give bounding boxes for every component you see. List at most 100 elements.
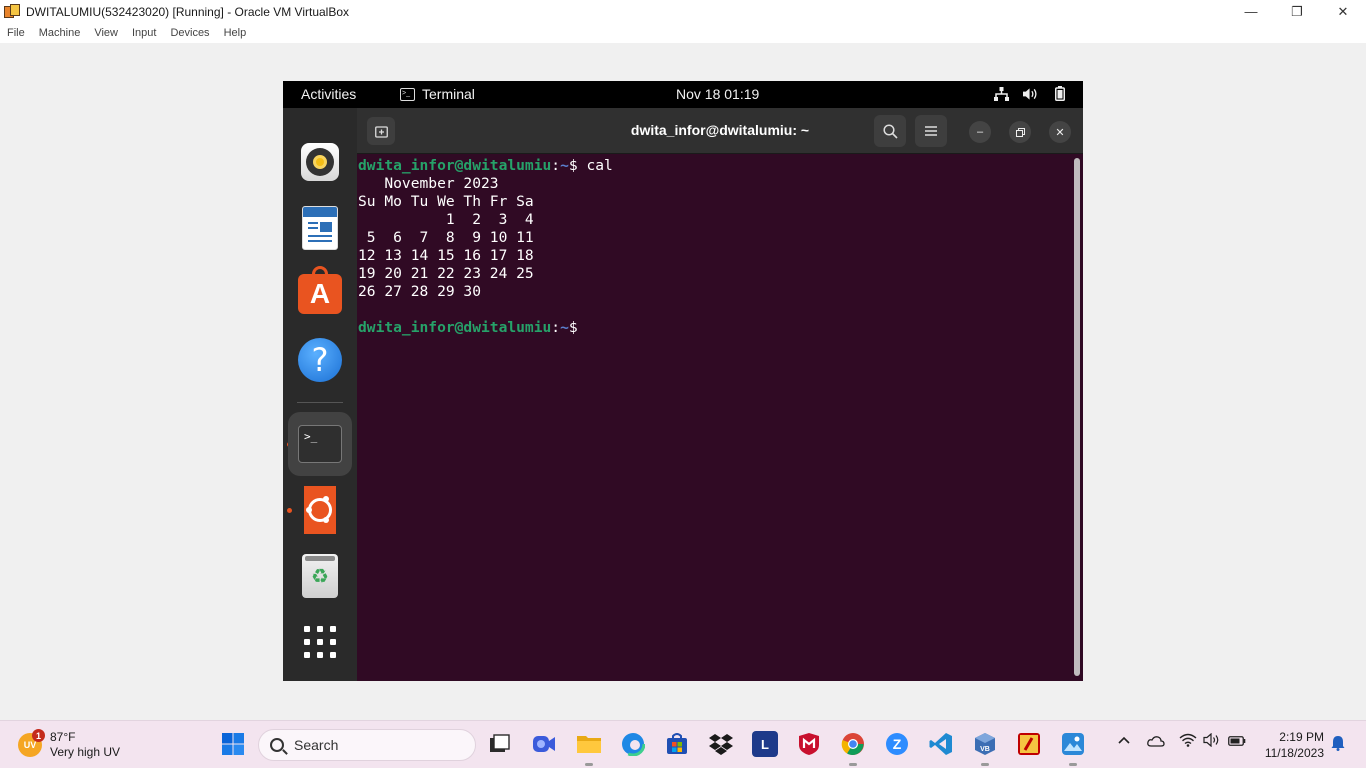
search-placeholder: Search	[294, 737, 339, 753]
restore-button[interactable]: ❐	[1274, 0, 1320, 23]
ubuntu-logo-icon	[304, 486, 336, 534]
terminal-maximize-button[interactable]	[1009, 121, 1031, 143]
edge-icon[interactable]	[620, 731, 646, 757]
guest-screen[interactable]: Activities >_ Terminal Nov 18 01:19 A ? …	[283, 81, 1083, 681]
wifi-icon[interactable]	[1179, 733, 1197, 750]
speaker-icon[interactable]	[1203, 732, 1221, 750]
app-menu[interactable]: >_ Terminal	[400, 86, 475, 102]
terminal-close-button[interactable]: ✕	[1049, 121, 1071, 143]
windows-taskbar: UV 1 87°F Very high UV Search L Z VB 2:1…	[0, 720, 1366, 768]
store-icon[interactable]	[664, 731, 690, 757]
vscode-icon[interactable]	[928, 731, 954, 757]
top-bar-clock[interactable]: Nov 18 01:19	[676, 86, 759, 102]
menu-view[interactable]: View	[87, 27, 125, 39]
running-indicator	[849, 763, 857, 766]
help-icon: ?	[298, 338, 342, 382]
new-tab-button[interactable]	[367, 117, 395, 145]
software-store-icon: A	[298, 266, 342, 314]
running-indicator	[585, 763, 593, 766]
virtualbox-titlebar: DWITALUMIU(532423020) [Running] - Oracle…	[0, 0, 1366, 23]
svg-text:Z: Z	[893, 736, 902, 752]
menu-file[interactable]: File	[0, 27, 32, 39]
taskbar-search[interactable]: Search	[258, 729, 476, 761]
dock-ubuntu-software[interactable]: A	[288, 262, 352, 326]
prompt-user: dwita_infor@dwitalumiu	[358, 319, 552, 336]
mcafee-icon[interactable]	[796, 731, 822, 757]
dropbox-icon[interactable]	[708, 731, 734, 757]
prompt-user: dwita_infor@dwitalumiu	[358, 157, 552, 174]
battery-icon[interactable]	[1228, 734, 1246, 750]
dock-ubuntu[interactable]	[288, 478, 352, 542]
onedrive-cloud-icon[interactable]	[1147, 734, 1165, 750]
menu-machine[interactable]: Machine	[32, 27, 88, 39]
prompt-end: $	[568, 319, 587, 336]
rhythmbox-icon	[301, 143, 339, 181]
show-hidden-icons-chevron-icon[interactable]	[1117, 733, 1131, 750]
command-line: dwita_infor@dwitalumiu:~$ cal	[358, 157, 1070, 175]
output-line: Su Mo Tu We Th Fr Sa	[358, 193, 534, 210]
output-line: 5 6 7 8 9 10 11	[358, 229, 534, 246]
minimize-button[interactable]: —	[1228, 0, 1274, 23]
show-applications-icon	[304, 626, 336, 658]
libreoffice-writer-icon	[302, 206, 338, 250]
output-line: 12 13 14 15 16 17 18	[358, 247, 534, 264]
output-line: November 2023	[358, 175, 499, 192]
svg-text:VB: VB	[980, 746, 990, 753]
current-prompt-line[interactable]: dwita_infor@dwitalumiu:~$	[358, 319, 1070, 337]
chrome-icon[interactable]	[840, 731, 866, 757]
photos-icon[interactable]	[1060, 731, 1086, 757]
terminal-window[interactable]: dwita_infor@dwitalumiu: ~ – ✕ dwita_info…	[357, 108, 1083, 681]
filezilla-icon[interactable]	[1016, 731, 1042, 757]
activities-button[interactable]: Activities	[301, 86, 356, 102]
battery-icon[interactable]	[1052, 86, 1067, 101]
hamburger-menu-button[interactable]	[915, 115, 947, 147]
output-line: 26 27 28 29 30	[358, 283, 482, 300]
terminal-headerbar: dwita_infor@dwitalumiu: ~ – ✕	[357, 108, 1083, 154]
dock-show-applications[interactable]	[288, 610, 352, 674]
prompt-end: $	[568, 157, 587, 174]
prompt-path: ~	[560, 319, 569, 336]
weather-widget[interactable]: UV 1 87°F Very high UV	[18, 729, 121, 760]
system-tray[interactable]	[994, 86, 1067, 101]
dock-trash[interactable]: ♻	[288, 544, 352, 608]
uv-sun-icon: UV 1	[18, 729, 45, 757]
task-view-icon[interactable]	[487, 731, 513, 757]
terminal-search-button[interactable]	[874, 115, 906, 147]
menu-input[interactable]: Input	[125, 27, 163, 39]
trash-icon: ♻	[302, 554, 338, 598]
network-icon[interactable]	[994, 86, 1009, 101]
prompt-path: ~	[560, 157, 569, 174]
start-icon[interactable]	[220, 731, 246, 757]
command-text: cal	[586, 157, 613, 174]
folder-icon[interactable]	[576, 731, 602, 757]
menu-help[interactable]: Help	[217, 27, 254, 39]
ubuntu-dock: A ? >_ ♻	[283, 108, 357, 681]
dock-help[interactable]: ?	[288, 328, 352, 392]
terminal-scrollbar[interactable]	[1074, 158, 1080, 676]
output-line: 19 20 21 22 23 24 25	[358, 265, 534, 282]
menu-devices[interactable]: Devices	[163, 27, 216, 39]
terminal-icon: >_	[298, 425, 342, 463]
system-clock[interactable]: 2:19 PM 11/18/2023	[1258, 729, 1324, 761]
l-app-icon[interactable]: L	[752, 731, 778, 757]
terminal-small-icon: >_	[400, 87, 415, 101]
weather-condition: Very high UV	[50, 745, 121, 759]
weather-badge: 1	[32, 729, 45, 742]
volume-icon[interactable]	[1023, 86, 1038, 101]
virtualbox-app-icon	[4, 3, 20, 20]
output-line: 1 2 3 4	[358, 211, 534, 228]
dock-libreoffice-writer[interactable]	[288, 196, 352, 260]
zoom-icon[interactable]: Z	[884, 731, 910, 757]
uv-icon-text: UV	[23, 740, 37, 750]
close-button[interactable]: ✕	[1320, 0, 1366, 23]
dock-terminal[interactable]: >_	[288, 412, 352, 476]
dock-rhythmbox[interactable]	[288, 130, 352, 194]
meet-icon[interactable]	[531, 731, 557, 757]
weather-temp: 87°F	[50, 730, 76, 744]
virtualbox-icon[interactable]: VB	[972, 731, 998, 757]
terminal-minimize-button[interactable]: –	[969, 121, 991, 143]
clock-time: 2:19 PM	[1279, 730, 1324, 744]
terminal-output[interactable]: dwita_infor@dwitalumiu:~$ cal November 2…	[358, 157, 1070, 677]
notification-bell-icon[interactable]	[1331, 735, 1345, 754]
